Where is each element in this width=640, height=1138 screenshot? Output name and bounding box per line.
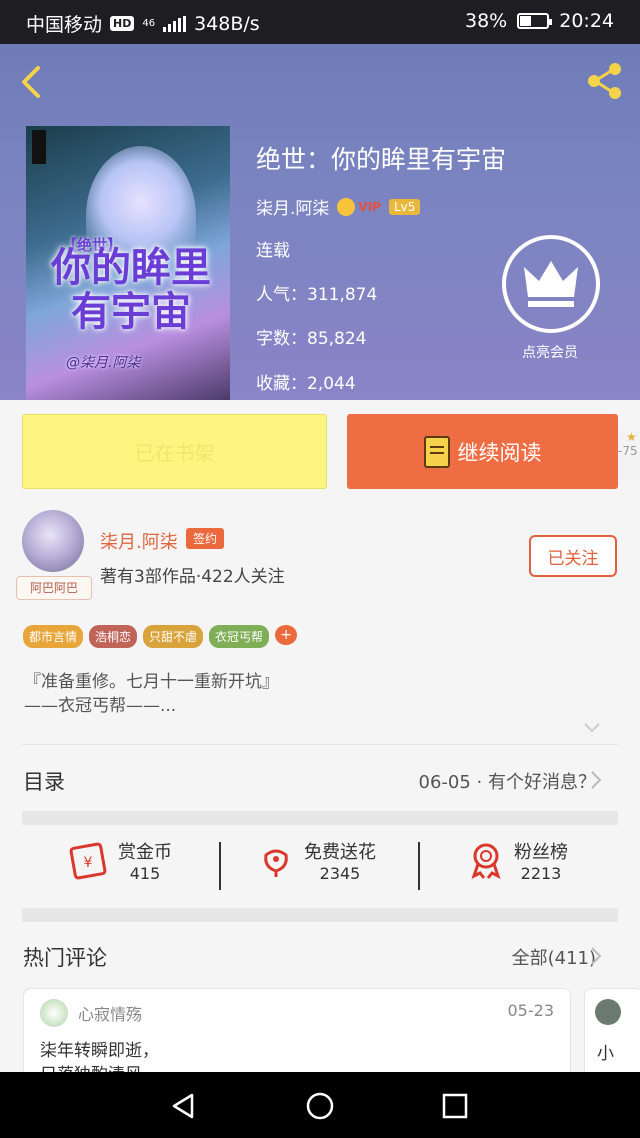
publisher-logo [32,130,46,164]
clock: 20:24 [559,10,614,32]
tag-item[interactable]: 衣冠丐帮 [209,625,270,648]
divider [22,744,618,745]
continue-reading-button[interactable]: 继续阅读 [347,414,618,489]
cover-title: 你的眸里 有宇宙 [51,244,211,335]
status-bar: 中国移动 HD 46 348B/s 38% 20:24 [0,0,640,44]
battery-icon [517,13,553,29]
nav-home-icon[interactable] [305,1091,335,1121]
level-badge: Lv5 [388,198,421,215]
reward-coins-stat[interactable]: ¥ 赏金币 415 [68,838,172,883]
edge-peek: ★ -75 [618,430,640,480]
tag-item[interactable]: 只甜不虐 [143,625,204,648]
svg-text:¥: ¥ [84,855,93,871]
author-avatar[interactable] [22,510,84,572]
fan-rank-stat[interactable]: 粉丝榜 2213 [468,838,568,883]
book-intro[interactable]: 『准备重修。七月十一重新开坑』 ——衣冠丐帮——... [24,670,279,718]
section-separator [22,811,618,825]
book-popularity: 人气：311,874 [256,285,378,305]
author-name[interactable]: 柒月.阿柒 [100,528,178,554]
battery-percent: 38% [465,10,508,32]
nav-recents-icon[interactable] [441,1092,469,1120]
book-header: 【绝世】 你的眸里 有宇宙 @柒月.阿柒 绝世：你的眸里有宇宙 柒月.阿柒 VI… [0,44,640,400]
comment-text: 小 [597,1044,614,1064]
book-icon [423,435,450,468]
section-separator [22,908,618,922]
vip-prompt[interactable]: 点亮会员 [500,342,600,362]
commenter-avatar[interactable] [40,999,68,1027]
avatar-tag: 阿巴阿巴 [16,576,92,600]
cover-author: @柒月.阿柒 [66,355,141,371]
book-favorites: 收藏：2,044 [256,374,356,394]
chevron-right-icon[interactable] [590,946,602,966]
vip-crown-button[interactable] [502,235,600,333]
system-navigation-bar [0,1072,640,1138]
hot-comments-title: 热门评论 [23,946,107,970]
tag-item[interactable]: 浩桐恋 [89,625,138,648]
comment-date: 05-23 [507,1001,555,1020]
medal-icon [471,843,501,879]
book-author[interactable]: 柒月.阿柒 [256,194,329,219]
flower-icon [264,849,288,877]
tag-item[interactable]: 都市言情 [23,625,84,648]
hd-icon: HD [110,16,135,31]
tag-list: 都市言情 浩桐恋 只甜不虐 衣冠丐帮 + [23,625,298,648]
free-flower-stat[interactable]: 免费送花 2345 [258,838,376,883]
book-cover[interactable]: 【绝世】 你的眸里 有宇宙 @柒月.阿柒 [26,126,230,400]
book-word-count: 字数：85,824 [256,329,367,349]
network-type: 46 [142,17,156,29]
vip-badge: VIP [337,197,381,216]
commenter-avatar[interactable] [595,999,621,1025]
follow-button[interactable]: 已关注 [529,535,617,577]
book-status: 连载 [256,241,290,261]
commenter-name[interactable]: 心寂情殇 [78,1001,142,1025]
expand-chevron-icon[interactable] [583,722,601,734]
signal-icon [163,15,187,32]
toc-title[interactable]: 目录 [23,766,65,796]
chevron-right-icon[interactable] [590,770,602,790]
author-stats: 著有3部作品·422人关注 [100,567,285,587]
nav-back-icon[interactable] [170,1092,198,1120]
carrier-label: 中国移动 [26,14,103,36]
crown-icon [337,197,356,216]
divider [418,842,420,890]
divider [219,842,221,890]
add-tag-button[interactable]: + [275,625,298,645]
red-envelope-icon: ¥ [69,842,107,879]
back-icon[interactable] [16,62,46,102]
book-title: 绝世：你的眸里有宇宙 [256,145,507,174]
in-shelf-button[interactable]: 已在书架 [22,414,327,489]
all-comments-link[interactable]: 全部(411) [512,944,596,970]
toc-latest-chapter[interactable]: 06-05 · 有个好消息？ [419,768,596,794]
network-speed: 348B/s [194,12,260,35]
signed-badge: 签约 [186,528,225,549]
share-icon[interactable] [584,60,626,102]
author-line: 柒月.阿柒 VIP Lv5 [256,194,421,219]
